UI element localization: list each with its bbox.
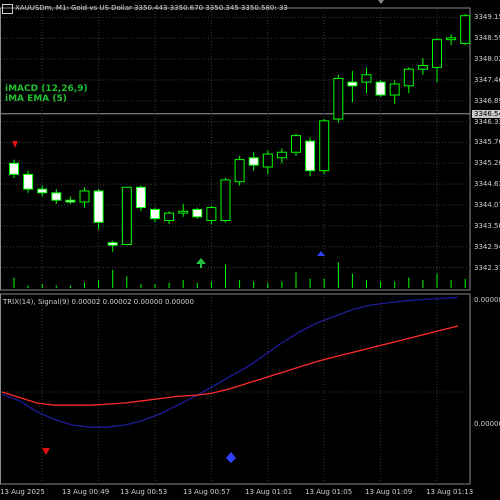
bull-candle [446, 37, 457, 41]
bear-candle [135, 186, 146, 209]
time-tick-label: 13 Aug 00:53 [120, 488, 168, 496]
bull-candle [164, 212, 175, 221]
chart-icon [2, 4, 13, 14]
bull-candle [432, 39, 442, 68]
sub-sell-arrow-icon [42, 448, 50, 455]
bear-candle [65, 199, 76, 203]
trix-panel-frame [0, 293, 471, 485]
bull-candle [262, 153, 273, 168]
price-tick-label: 3345.765 [474, 138, 500, 147]
macd-label: iMACD (12,26,9) [5, 84, 88, 94]
sub-blue-arrow-icon [226, 452, 236, 458]
bear-candle [37, 188, 48, 194]
sub-axis-mid: 0.00000 [474, 420, 500, 428]
time-tick-label: 13 Aug 00:49 [62, 488, 110, 496]
price-tick-label: 3349.155 [474, 13, 500, 22]
bear-candle [9, 162, 19, 175]
symbol-header: XAUUSDm, M1: Gold vs US Dollar 3350.443 … [15, 4, 288, 12]
bear-candle [150, 208, 160, 220]
bull-candle [361, 74, 372, 83]
bull-candle [121, 186, 132, 245]
bear-candle [51, 192, 62, 201]
trix-line [1, 325, 459, 406]
price-tick-label: 3346.330 [474, 117, 500, 126]
price-tick-label: 3347.460 [474, 75, 500, 84]
signal-line [1, 296, 459, 428]
time-tick-label: 13 Aug 01:13 [426, 488, 474, 496]
bull-candle [291, 135, 301, 153]
bull-candle [319, 120, 330, 172]
ema-label: iMA EMA (5) [5, 94, 67, 104]
bear-candle [107, 242, 118, 246]
bull-candle [389, 83, 400, 96]
bull-candle [403, 68, 414, 87]
bear-candle [305, 140, 316, 172]
bull-candle [234, 159, 245, 183]
bull-candle [206, 207, 217, 221]
scroll-marker-icon [378, 0, 384, 4]
bull-candle [276, 151, 287, 159]
bear-candle [248, 157, 259, 166]
time-tick-label: 13 Aug 2025 [0, 488, 45, 496]
bull-candle [79, 190, 90, 203]
price-tick-label: 3346.895 [474, 96, 500, 105]
bull-candle [220, 179, 231, 221]
price-tick-label: 3348.025 [474, 55, 500, 64]
current-price-tag: 3346.541 [472, 109, 500, 118]
bear-candle [375, 81, 386, 96]
bear-candle [192, 208, 203, 218]
trix-header: TRIX(14), Signal(9) 0.00002 0.00002 0.00… [3, 298, 194, 306]
time-tick-label: 13 Aug 01:09 [365, 488, 413, 496]
time-tick-label: 13 Aug 01:05 [305, 488, 353, 496]
price-tick-label: 3343.505 [474, 221, 500, 230]
bull-candle [417, 65, 428, 70]
sub-blue-arrow-icon [226, 458, 236, 463]
bear-candle [93, 190, 104, 223]
bull-candle [460, 15, 471, 44]
price-tick-label: 3345.200 [474, 159, 500, 168]
price-tick-label: 3344.070 [474, 200, 500, 209]
time-tick-label: 13 Aug 00:57 [183, 488, 231, 496]
chart-canvas[interactable] [0, 0, 500, 500]
price-tick-label: 3342.940 [474, 242, 500, 251]
price-tick-label: 3344.635 [474, 180, 500, 189]
bear-candle [347, 81, 358, 87]
bear-candle [23, 173, 34, 190]
sell-arrow-icon [12, 141, 18, 148]
price-tick-label: 3342.375 [474, 263, 500, 272]
bull-candle [333, 77, 344, 120]
main-panel-frame [0, 7, 471, 291]
time-tick-label: 13 Aug 01:01 [245, 488, 293, 496]
bull-candle [178, 210, 189, 214]
price-tick-label: 3348.590 [474, 34, 500, 43]
sub-axis-top: 0.00008 [474, 296, 500, 304]
